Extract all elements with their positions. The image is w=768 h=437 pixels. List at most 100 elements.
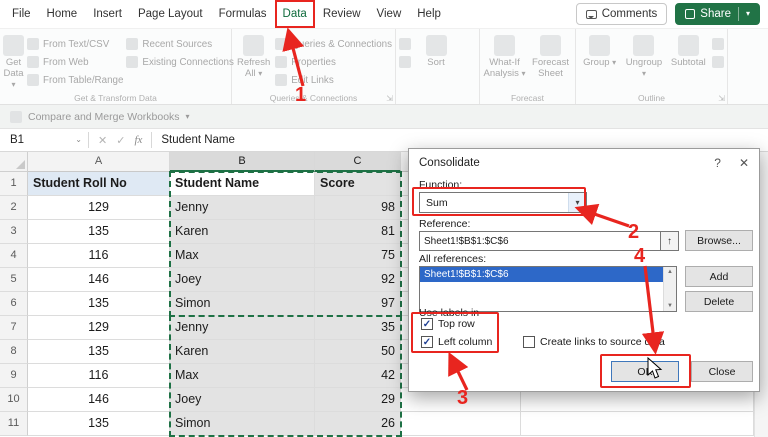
sort-za-icon[interactable] [399, 56, 411, 68]
grid-cell-C2[interactable]: 98 [315, 196, 401, 220]
grid-cell-C8[interactable]: 50 [315, 340, 401, 364]
queries-connections-button[interactable]: Queries & Connections [275, 38, 392, 50]
grid-cell-C9[interactable]: 42 [315, 364, 401, 388]
column-header-B[interactable]: B [170, 152, 315, 172]
grid-cell-B6[interactable]: Simon [170, 292, 315, 316]
grid-cell-A1[interactable]: Student Roll No [28, 172, 170, 196]
what-if-analysis-button[interactable]: What-If Analysis ▾ [483, 32, 526, 91]
left-column-checkbox[interactable]: ✓ [421, 336, 433, 348]
row-header-5[interactable]: 5 [0, 268, 28, 292]
row-header-8[interactable]: 8 [0, 340, 28, 364]
grid-cell-C7[interactable]: 35 [315, 316, 401, 340]
grid-cell-A4[interactable]: 116 [28, 244, 170, 268]
share-button[interactable]: Share ▾ [675, 3, 760, 25]
tab-review[interactable]: Review [315, 0, 369, 28]
tab-help[interactable]: Help [409, 0, 449, 28]
grid-cell-A3[interactable]: 135 [28, 220, 170, 244]
ungroup-button[interactable]: Ungroup ▾ [623, 32, 664, 91]
grid-cell-B1[interactable]: Student Name [170, 172, 315, 196]
grid-cell-B5[interactable]: Joey [170, 268, 315, 292]
sort-button[interactable]: Sort [414, 32, 458, 91]
grid-cell-A10[interactable]: 146 [28, 388, 170, 412]
reference-list-item[interactable]: Sheet1!$B$1:$C$6 [420, 267, 676, 282]
cancel-icon[interactable]: ✕ [98, 134, 107, 147]
add-button[interactable]: Add [685, 266, 753, 287]
grid-cell-C1[interactable]: Score [315, 172, 401, 196]
compare-merge-workbooks-label[interactable]: Compare and Merge Workbooks [28, 111, 180, 123]
grid-cell-C6[interactable]: 97 [315, 292, 401, 316]
caret-down-icon[interactable]: ▾ [186, 113, 190, 121]
hide-detail-icon[interactable] [712, 56, 724, 68]
browse-button[interactable]: Browse... [685, 230, 753, 251]
create-links-checkbox[interactable] [523, 336, 535, 348]
function-dropdown[interactable]: Sum ▾ [419, 192, 587, 213]
grid-cell-A2[interactable]: 129 [28, 196, 170, 220]
grid-cell-B7[interactable]: Jenny [170, 316, 315, 340]
properties-button[interactable]: Properties [275, 56, 392, 68]
grid-cell-A5[interactable]: 146 [28, 268, 170, 292]
column-header-C[interactable]: C [315, 152, 401, 172]
recent-sources-button[interactable]: Recent Sources [126, 38, 234, 50]
select-all-corner[interactable] [0, 152, 28, 172]
name-box[interactable]: B1 ⌄ [0, 129, 88, 151]
from-text-csv-button[interactable]: From Text/CSV [27, 38, 123, 50]
tab-data[interactable]: Data [275, 0, 315, 28]
grid-cell-C10[interactable]: 29 [315, 388, 401, 412]
enter-check-icon[interactable]: ✓ [116, 134, 125, 147]
scroll-up-icon[interactable]: ▲ [667, 269, 673, 275]
get-data-button[interactable]: Get Data ▾ [3, 32, 24, 91]
row-header-7[interactable]: 7 [0, 316, 28, 340]
help-icon[interactable]: ? [714, 156, 721, 170]
row-header-11[interactable]: 11 [0, 412, 28, 436]
tab-view[interactable]: View [369, 0, 410, 28]
grid-cell-B4[interactable]: Max [170, 244, 315, 268]
chevron-down-icon[interactable]: ⌄ [75, 136, 82, 144]
tab-page-layout[interactable]: Page Layout [130, 0, 211, 28]
grid-cell-E11[interactable] [521, 412, 754, 436]
grid-cell-B10[interactable]: Joey [170, 388, 315, 412]
listbox-scrollbar[interactable]: ▲ ▼ [663, 267, 676, 311]
grid-cell-A8[interactable]: 135 [28, 340, 170, 364]
edit-links-button[interactable]: Edit Links [275, 74, 392, 86]
delete-button[interactable]: Delete [685, 291, 753, 312]
refresh-all-button[interactable]: Refresh All ▾ [235, 32, 272, 91]
group-button[interactable]: Group ▾ [579, 32, 620, 91]
sort-az-icon[interactable] [399, 38, 411, 50]
insert-function-icon[interactable]: fx [134, 134, 142, 146]
grid-cell-C5[interactable]: 92 [315, 268, 401, 292]
tab-insert[interactable]: Insert [85, 0, 130, 28]
comments-button[interactable]: Comments [576, 3, 668, 25]
row-header-4[interactable]: 4 [0, 244, 28, 268]
tab-file[interactable]: File [4, 0, 39, 28]
grid-cell-A6[interactable]: 135 [28, 292, 170, 316]
top-row-checkbox[interactable]: ✓ [421, 318, 433, 330]
grid-cell-A9[interactable]: 116 [28, 364, 170, 388]
row-header-2[interactable]: 2 [0, 196, 28, 220]
scroll-down-icon[interactable]: ▼ [667, 303, 673, 309]
reference-input[interactable]: Sheet1!$B$1:$C$6 [419, 231, 661, 251]
grid-cell-B8[interactable]: Karen [170, 340, 315, 364]
tab-home[interactable]: Home [39, 0, 86, 28]
collapse-range-icon[interactable]: ↑ [661, 231, 679, 251]
dialog-launcher-icon[interactable]: ⇲ [718, 94, 725, 103]
row-header-10[interactable]: 10 [0, 388, 28, 412]
row-header-1[interactable]: 1 [0, 172, 28, 196]
close-button[interactable]: Close [691, 361, 753, 382]
dialog-launcher-icon[interactable]: ⇲ [386, 94, 393, 103]
grid-cell-A11[interactable]: 135 [28, 412, 170, 436]
grid-cell-C11[interactable]: 26 [315, 412, 401, 436]
grid-cell-C4[interactable]: 75 [315, 244, 401, 268]
tab-formulas[interactable]: Formulas [211, 0, 275, 28]
from-web-button[interactable]: From Web [27, 56, 123, 68]
row-header-6[interactable]: 6 [0, 292, 28, 316]
ok-button[interactable]: OK [611, 361, 679, 382]
grid-cell-B2[interactable]: Jenny [170, 196, 315, 220]
close-icon[interactable]: ✕ [739, 156, 749, 170]
grid-cell-D11[interactable] [401, 412, 521, 436]
show-detail-icon[interactable] [712, 38, 724, 50]
grid-cell-B9[interactable]: Max [170, 364, 315, 388]
grid-cell-B11[interactable]: Simon [170, 412, 315, 436]
grid-cell-A7[interactable]: 129 [28, 316, 170, 340]
dropdown-caret-icon[interactable]: ▾ [568, 193, 586, 212]
row-header-9[interactable]: 9 [0, 364, 28, 388]
